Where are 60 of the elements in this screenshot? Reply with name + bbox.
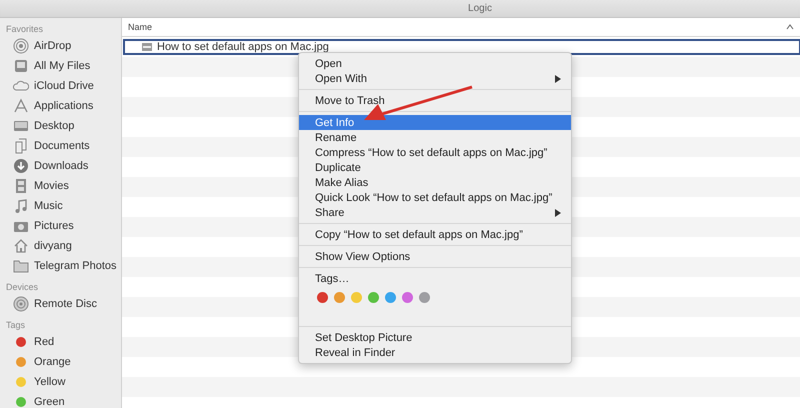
files-icon	[13, 58, 29, 74]
file-row[interactable]: How to set default apps on Mac.jpg	[124, 40, 800, 54]
menu-item[interactable]: Open With	[299, 71, 571, 86]
menu-item[interactable]: Move to Trash	[299, 93, 571, 108]
menu-item[interactable]: Compress “How to set default apps on Mac.jpg”	[299, 145, 571, 160]
menu-item[interactable]: Duplicate	[299, 160, 571, 175]
sidebar-item[interactable]: iCloud Drive	[34, 80, 94, 92]
menu-item[interactable]: Make Alias	[299, 175, 571, 190]
tag-color-button[interactable]	[351, 292, 362, 303]
sidebar-item[interactable]: Downloads	[34, 160, 88, 172]
film-icon	[13, 178, 29, 194]
sort-caret-icon[interactable]	[786, 24, 794, 30]
sidebar-heading: Devices	[5, 281, 40, 294]
desktop-icon	[13, 118, 29, 134]
sidebar-item[interactable]: Pictures	[34, 220, 74, 232]
sidebar-item[interactable]: Yellow	[34, 376, 66, 388]
tag-color-button[interactable]	[317, 292, 328, 303]
sidebar-item[interactable]: AirDrop	[34, 40, 72, 52]
download-icon	[13, 158, 29, 174]
submenu-arrow-icon	[555, 208, 561, 216]
menu-item[interactable]: Set Desktop Picture	[299, 330, 571, 345]
sidebar-item[interactable]: Music	[34, 200, 63, 212]
menu-item[interactable]: Share	[299, 205, 571, 220]
applications-icon	[13, 98, 29, 114]
menu-item[interactable]: Copy “How to set default apps on Mac.jpg”	[299, 227, 571, 242]
window-title: Logic	[468, 3, 492, 14]
sidebar-item[interactable]: Desktop	[34, 120, 74, 132]
menu-item[interactable]: Reveal in Finder	[299, 345, 571, 360]
menu-item[interactable]: Show View Options	[299, 249, 571, 264]
menu-item[interactable]: Rename	[299, 130, 571, 145]
sidebar-heading: Favorites	[5, 23, 44, 36]
sidebar-item[interactable]: Green	[34, 396, 65, 408]
sidebar-item[interactable]: Movies	[34, 180, 69, 192]
menu-item[interactable]: Open	[299, 56, 571, 71]
menu-item[interactable]: Tags…	[299, 271, 571, 286]
documents-icon	[13, 138, 29, 154]
sidebar-item[interactable]: divyang	[34, 240, 72, 252]
menu-item[interactable]: Quick Look “How to set default apps on Mac.jpg”	[299, 190, 571, 205]
sidebar-item[interactable]: All My Files	[34, 60, 90, 72]
tag-color-button[interactable]	[419, 292, 430, 303]
sidebar-heading: Tags	[5, 319, 26, 332]
image-file-icon	[142, 43, 152, 51]
tag-color-button[interactable]	[334, 292, 345, 303]
sidebar-item[interactable]: Remote Disc	[34, 298, 97, 310]
sidebar-item[interactable]: Orange	[34, 356, 71, 368]
sidebar-item[interactable]: Applications	[34, 100, 94, 112]
airdrop-icon	[13, 38, 29, 54]
sidebar-item[interactable]: Telegram Photos	[34, 260, 117, 272]
disc-icon	[13, 296, 29, 312]
tag-color-button[interactable]	[385, 292, 396, 303]
sidebar-item[interactable]: Red	[34, 336, 54, 348]
submenu-arrow-icon	[555, 74, 561, 82]
sidebar-item[interactable]: Documents	[34, 140, 90, 152]
column-header[interactable]: Name	[128, 22, 152, 32]
folder-icon	[13, 258, 29, 274]
home-icon	[13, 238, 29, 254]
tag-color-button[interactable]	[368, 292, 379, 303]
menu-item[interactable]: Get Info	[299, 115, 571, 130]
music-note-icon	[13, 198, 29, 214]
tag-color-button[interactable]	[402, 292, 413, 303]
